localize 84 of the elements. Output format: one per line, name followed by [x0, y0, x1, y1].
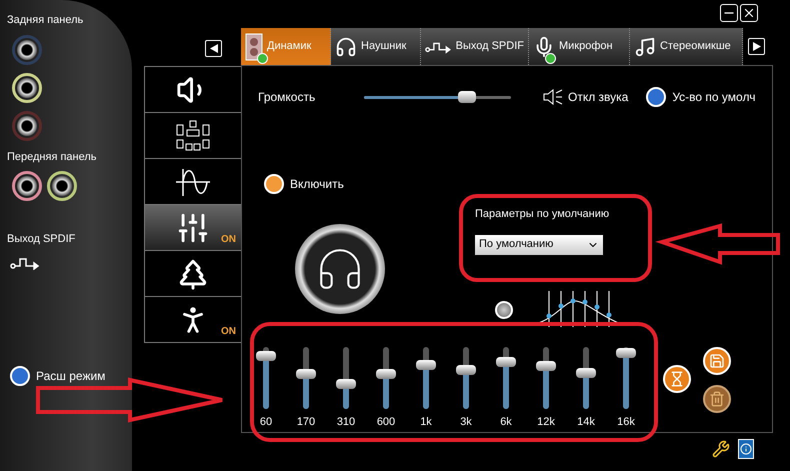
mode-tab[interactable]: ON: [144, 297, 241, 343]
band-frequency: 14k: [577, 414, 595, 430]
eq-band-slider[interactable]: [416, 346, 436, 408]
radio-label: Расш режим: [36, 368, 106, 384]
band-frequency: 310: [336, 414, 356, 430]
band-frequency: 1k: [420, 414, 432, 430]
panel-title: Передняя панель: [7, 150, 98, 164]
mode-tab[interactable]: [144, 67, 241, 113]
sine-wave-icon: [175, 166, 211, 196]
connected-check-icon: [257, 53, 268, 64]
panel-title: Задняя панель: [7, 13, 84, 28]
slider-thumb[interactable]: [296, 369, 316, 380]
right-triangle-icon: [752, 42, 760, 51]
settings-button[interactable]: [712, 439, 730, 459]
connected-check-icon: [545, 53, 556, 64]
trash-icon: [709, 390, 725, 406]
eq-band-slider[interactable]: [496, 346, 516, 408]
save-icon: [709, 352, 725, 368]
device-tab[interactable]: Выход SPDIF: [421, 28, 529, 65]
device-tab[interactable]: Наушник: [331, 28, 421, 65]
mode-tab[interactable]: [144, 251, 241, 297]
band-frequency: 6k: [500, 414, 512, 430]
eq-band-slider[interactable]: [256, 346, 276, 408]
device-tab[interactable]: Микрофон: [529, 28, 630, 65]
volume-slider[interactable]: [364, 90, 511, 104]
slider-thumb[interactable]: [496, 357, 516, 367]
slider-thumb[interactable]: [256, 350, 276, 361]
scroll-left-button[interactable]: [205, 40, 222, 57]
slider-thumb[interactable]: [336, 378, 356, 389]
band-frequency: 16k: [617, 414, 635, 430]
reset-button[interactable]: [663, 364, 691, 392]
spdif-icon: [10, 256, 40, 270]
slider-thumb[interactable]: [458, 91, 476, 103]
minimize-button[interactable]: [720, 4, 738, 22]
info-button[interactable]: [738, 439, 754, 459]
eq-band-slider[interactable]: [336, 346, 356, 408]
enable-radio[interactable]: Включить: [264, 174, 344, 194]
on-label: ON: [221, 325, 236, 339]
mute-button[interactable]: Откл звука: [543, 88, 628, 106]
music-note-icon: [634, 36, 656, 58]
speaker-icon: [245, 32, 263, 60]
eq-band-slider[interactable]: [576, 346, 596, 408]
eq-band-slider[interactable]: [296, 346, 316, 408]
band-frequency: 3k: [460, 414, 472, 430]
save-button[interactable]: [703, 346, 731, 374]
speakers-layout-icon: [175, 120, 211, 152]
delete-button[interactable]: [703, 384, 731, 412]
slider-thumb[interactable]: [376, 369, 396, 380]
eq-mode-button[interactable]: [495, 300, 513, 318]
slider-thumb[interactable]: [456, 365, 476, 376]
slider-thumb[interactable]: [416, 360, 436, 370]
panel-title: Выход SPDIF: [7, 232, 76, 247]
mode-tab[interactable]: [144, 113, 241, 159]
mode-tab[interactable]: [144, 159, 241, 205]
band-frequency: 600: [376, 414, 396, 430]
radio-label: Ус-во по умолч: [672, 89, 756, 106]
headphones-icon: [335, 36, 357, 58]
radio-label: Включить: [290, 176, 344, 193]
device-tab[interactable]: Стереомикше: [630, 28, 743, 65]
volume-label: Громкость: [258, 89, 316, 106]
left-triangle-icon: [210, 44, 218, 53]
band-frequency: 170: [296, 414, 316, 430]
preset-label: Параметры по умолчанию: [475, 207, 610, 222]
default-device-radio[interactable]: Ус-во по умолч: [646, 87, 756, 107]
band-frequency: 12k: [537, 414, 555, 430]
wrench-icon: [712, 440, 730, 458]
speaker-outline-icon: [543, 89, 563, 105]
preset-dropdown[interactable]: По умолчанию: [475, 234, 603, 254]
info-icon: [740, 443, 752, 455]
eq-band-slider[interactable]: [376, 346, 396, 408]
slider-thumb[interactable]: [616, 348, 636, 358]
close-button[interactable]: [740, 4, 758, 22]
on-label: ON: [221, 233, 236, 247]
eq-band-slider[interactable]: [456, 346, 476, 408]
scroll-right-button[interactable]: [748, 38, 765, 55]
advanced-mode-radio[interactable]: Расш режим: [10, 366, 106, 386]
hourglass-icon: [669, 370, 685, 386]
eq-band-slider[interactable]: [536, 346, 556, 408]
eq-band-slider[interactable]: [616, 346, 636, 408]
slider-thumb[interactable]: [536, 361, 556, 372]
band-frequency: 60: [260, 414, 272, 430]
close-icon: [742, 6, 756, 20]
mode-tab[interactable]: ON: [144, 205, 241, 251]
slider-thumb[interactable]: [576, 368, 596, 378]
